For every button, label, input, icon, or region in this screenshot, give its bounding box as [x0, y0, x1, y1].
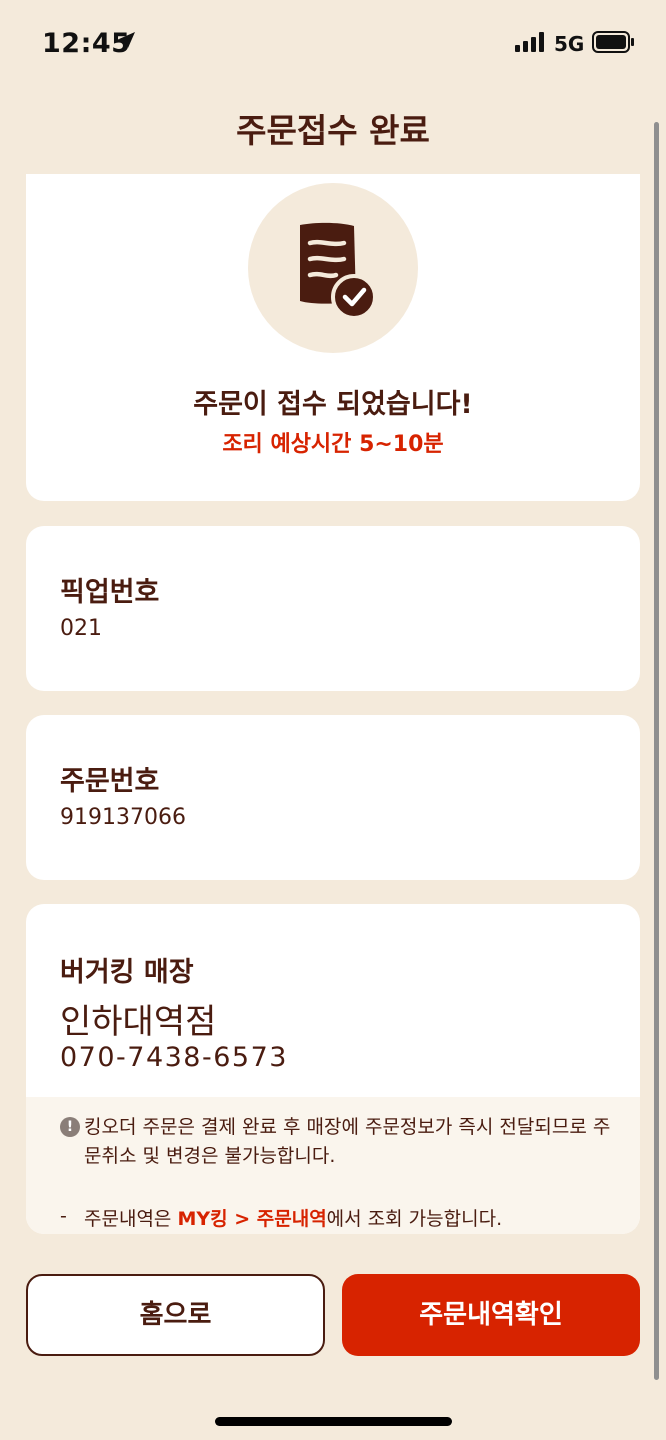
order-notice: ! 킹오더 주문은 결제 완료 후 매장에 주문정보가 즉시 전달되므로 주문취…: [26, 1097, 640, 1234]
exclamation-icon: !: [60, 1117, 80, 1137]
store-phone[interactable]: 070-7438-6573: [60, 1042, 288, 1073]
store-label: 버거킹 매장: [60, 957, 194, 988]
pickup-number-card: 픽업번호 021: [26, 526, 640, 691]
notice-bullet: -: [60, 1205, 67, 1227]
order-number-label: 주문번호: [60, 766, 160, 797]
home-button[interactable]: 홈으로: [26, 1274, 325, 1356]
receipt-icon-circle: [248, 183, 418, 353]
page-title: 주문접수 완료: [236, 111, 430, 150]
location-arrow-icon: [119, 32, 135, 48]
hint-suffix: 에서 조회 가능합니다.: [326, 1208, 503, 1230]
scrollbar[interactable]: [654, 122, 659, 1380]
notice-text: 킹오더 주문은 결제 완료 후 매장에 주문정보가 즉시 전달되므로 주문취소 …: [84, 1116, 611, 1167]
order-history-hint: 주문내역은 MY킹 > 주문내역에서 조회 가능합니다.: [84, 1204, 502, 1231]
estimated-cook-time: 조리 예상시간 5~10분: [222, 432, 444, 457]
pickup-number-label: 픽업번호: [60, 577, 160, 608]
order-number-value: 919137066: [60, 805, 186, 830]
network-type: 5G: [554, 32, 585, 56]
order-number-card: 주문번호 919137066: [26, 715, 640, 880]
confirmation-card: 주문이 접수 되었습니다! 조리 예상시간 5~10분: [26, 174, 640, 501]
battery-icon: [592, 31, 634, 53]
status-bar: 12:45 5G: [0, 0, 666, 86]
store-name: 인하대역점: [60, 1002, 217, 1042]
pickup-number-value: 021: [60, 616, 102, 641]
hint-prefix: 주문내역은: [84, 1208, 178, 1230]
home-indicator[interactable]: [215, 1417, 452, 1426]
order-history-button[interactable]: 주문내역확인: [342, 1274, 640, 1356]
cellular-signal-icon: [515, 32, 544, 52]
store-card: 버거킹 매장 인하대역점 070-7438-6573 ! 킹오더 주문은 결제 …: [26, 904, 640, 1234]
order-received-message: 주문이 접수 되었습니다!: [193, 389, 473, 420]
my-king-order-history-link: MY킹 > 주문내역: [177, 1208, 327, 1230]
receipt-check-icon: [300, 222, 376, 320]
